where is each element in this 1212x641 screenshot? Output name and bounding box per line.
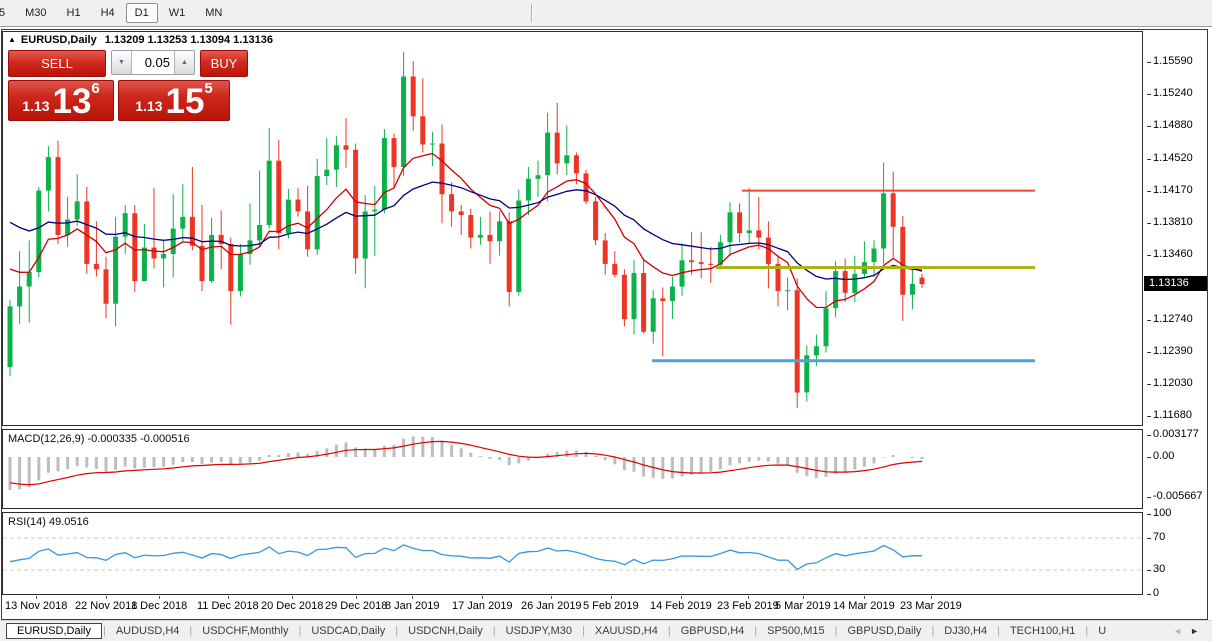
- rsi-pane[interactable]: [2, 512, 1143, 595]
- price-axis-label: 1.12740: [1147, 313, 1193, 325]
- rsi-indicator-label: RSI(14) 49.0516: [8, 516, 89, 528]
- timeframe-button-W1[interactable]: W1: [160, 3, 195, 23]
- chart-tab-bar: EURUSD,Daily|AUDUSD,H4|USDCHF,Monthly|US…: [0, 620, 1212, 641]
- macd-axis-label: -0.005667: [1147, 490, 1203, 502]
- price-axis-label: 1.11680: [1147, 409, 1192, 421]
- chart-tab-USDCAD-Daily[interactable]: USDCAD,Daily: [302, 623, 394, 639]
- rsi-chart[interactable]: [3, 513, 1142, 594]
- volume-spinner: ▼ ▲: [111, 50, 195, 75]
- rsi-axis-label: 30: [1147, 563, 1165, 575]
- date-axis-label: 29 Dec 2018: [325, 600, 387, 612]
- sell-price-pip: 6: [91, 80, 99, 97]
- current-price-tag: 1.13136: [1144, 276, 1207, 291]
- scroll-tabs-right-icon[interactable]: ►: [1190, 626, 1207, 636]
- chart-symbol-period: EURUSD,Daily: [21, 34, 97, 46]
- buy-price-big: 15: [165, 87, 204, 117]
- chart-ohlc-values: 1.13209 1.13253 1.13094 1.13136: [105, 34, 273, 46]
- chart-tab-DJ30-H4[interactable]: DJ30,H4: [935, 623, 996, 639]
- chart-tab-U[interactable]: U: [1089, 623, 1107, 639]
- timeframe-button-5[interactable]: 5: [0, 3, 14, 23]
- date-axis-label: 14 Feb 2019: [650, 600, 712, 612]
- price-axis-label: 1.13460: [1147, 248, 1193, 260]
- chart-tab-USDCNH-Daily[interactable]: USDCNH,Daily: [399, 623, 492, 639]
- rsi-axis-label: 100: [1147, 507, 1171, 519]
- date-axis-label: 5 Mar 2019: [775, 600, 831, 612]
- toolbar-separator: [531, 4, 532, 22]
- time-axis[interactable]: 13 Nov 2018 22 Nov 20181 Dec 2018 11 Dec 2…: [3, 596, 1141, 616]
- date-axis-label: 22 Nov 2018: [75, 600, 137, 612]
- price-axis-label: 1.12030: [1147, 377, 1193, 389]
- chart-tab-EURUSD-Daily[interactable]: EURUSD,Daily: [6, 623, 102, 639]
- date-axis-label: 5 Feb 2019: [583, 600, 639, 612]
- chart-tab-SP500-M15[interactable]: SP500,M15: [758, 623, 833, 639]
- date-axis-label: 26 Jan 2019: [521, 600, 582, 612]
- date-axis-label: 23 Mar 2019: [900, 600, 962, 612]
- volume-decrease-icon[interactable]: ▼: [112, 51, 132, 74]
- date-axis-label: 23 Feb 2019: [717, 600, 779, 612]
- chart-tab-USDJPY-M30[interactable]: USDJPY,M30: [497, 623, 581, 639]
- sell-price-big: 13: [52, 87, 91, 117]
- sell-price-display[interactable]: 1.13 13 6: [8, 80, 114, 121]
- date-axis-label: 8 Jan 2019: [385, 600, 439, 612]
- one-click-trading-panel: SELL ▼ ▲ BUY 1.13 13 6 1.13 15 5: [8, 50, 248, 121]
- chart-tab-TECH100-H1[interactable]: TECH100,H1: [1001, 623, 1084, 639]
- price-axis[interactable]: 1.13136 1.15590 1.15240 1.14880 1.14520 1.14…: [1143, 31, 1207, 617]
- volume-input[interactable]: [132, 51, 174, 74]
- price-axis-label: 1.15240: [1147, 87, 1193, 99]
- buy-price-prefix: 1.13: [135, 98, 162, 114]
- chart-tab-AUDUSD-H4[interactable]: AUDUSD,H4: [107, 623, 189, 639]
- buy-button[interactable]: BUY: [200, 50, 248, 77]
- rsi-axis-label: 70: [1147, 531, 1165, 543]
- date-axis-label: 20 Dec 2018: [261, 600, 323, 612]
- timeframe-button-M30[interactable]: M30: [16, 3, 55, 23]
- mt4-terminal: { "toolbar": { "timeframes": ["5", "M30"…: [0, 0, 1212, 641]
- chart-tab-GBPUSD-Daily[interactable]: GBPUSD,Daily: [838, 623, 930, 639]
- sell-price-prefix: 1.13: [22, 98, 49, 114]
- price-axis-label: 1.14170: [1147, 184, 1193, 196]
- sell-button[interactable]: SELL: [8, 50, 106, 77]
- price-axis-label: 1.15590: [1147, 55, 1193, 67]
- price-axis-label: 1.13810: [1147, 216, 1193, 228]
- timeframe-button-H1[interactable]: H1: [58, 3, 90, 23]
- tab-scroll-controls: ◄►: [1173, 626, 1207, 636]
- date-axis-label: 17 Jan 2019: [452, 600, 513, 612]
- timeframe-toolbar: 5M30H1H4D1W1MN: [0, 0, 1212, 27]
- macd-axis-label: 0.003177: [1147, 428, 1199, 440]
- buy-price-pip: 5: [204, 80, 212, 97]
- collapse-panel-icon[interactable]: ▲: [8, 35, 16, 44]
- timeframe-button-MN[interactable]: MN: [196, 3, 231, 23]
- chart-tab-XAUUSD-H4[interactable]: XAUUSD,H4: [586, 623, 667, 639]
- chart-tab-USDCHF-Monthly[interactable]: USDCHF,Monthly: [193, 623, 297, 639]
- date-axis-label: 14 Mar 2019: [833, 600, 895, 612]
- macd-axis-label: 0.00: [1147, 450, 1174, 462]
- buy-price-display[interactable]: 1.13 15 5: [118, 80, 230, 121]
- price-axis-label: 1.14880: [1147, 119, 1193, 131]
- scroll-tabs-left-icon[interactable]: ◄: [1173, 626, 1190, 636]
- date-axis-label: 13 Nov 2018: [5, 600, 67, 612]
- date-axis-label: 1 Dec 2018: [131, 600, 187, 612]
- price-axis-label: 1.14520: [1147, 152, 1193, 164]
- rsi-axis-label: 0: [1147, 587, 1159, 599]
- price-axis-label: 1.12390: [1147, 345, 1193, 357]
- macd-indicator-label: MACD(12,26,9) -0.000335 -0.000516: [8, 433, 190, 445]
- volume-increase-icon[interactable]: ▲: [174, 51, 194, 74]
- date-axis-label: 11 Dec 2018: [197, 600, 259, 612]
- timeframe-button-D1[interactable]: D1: [126, 3, 158, 23]
- chart-tab-GBPUSD-H4[interactable]: GBPUSD,H4: [672, 623, 754, 639]
- chart-title: ▲ EURUSD,Daily 1.13209 1.13253 1.13094 1.1…: [8, 34, 273, 46]
- timeframe-button-H4[interactable]: H4: [92, 3, 124, 23]
